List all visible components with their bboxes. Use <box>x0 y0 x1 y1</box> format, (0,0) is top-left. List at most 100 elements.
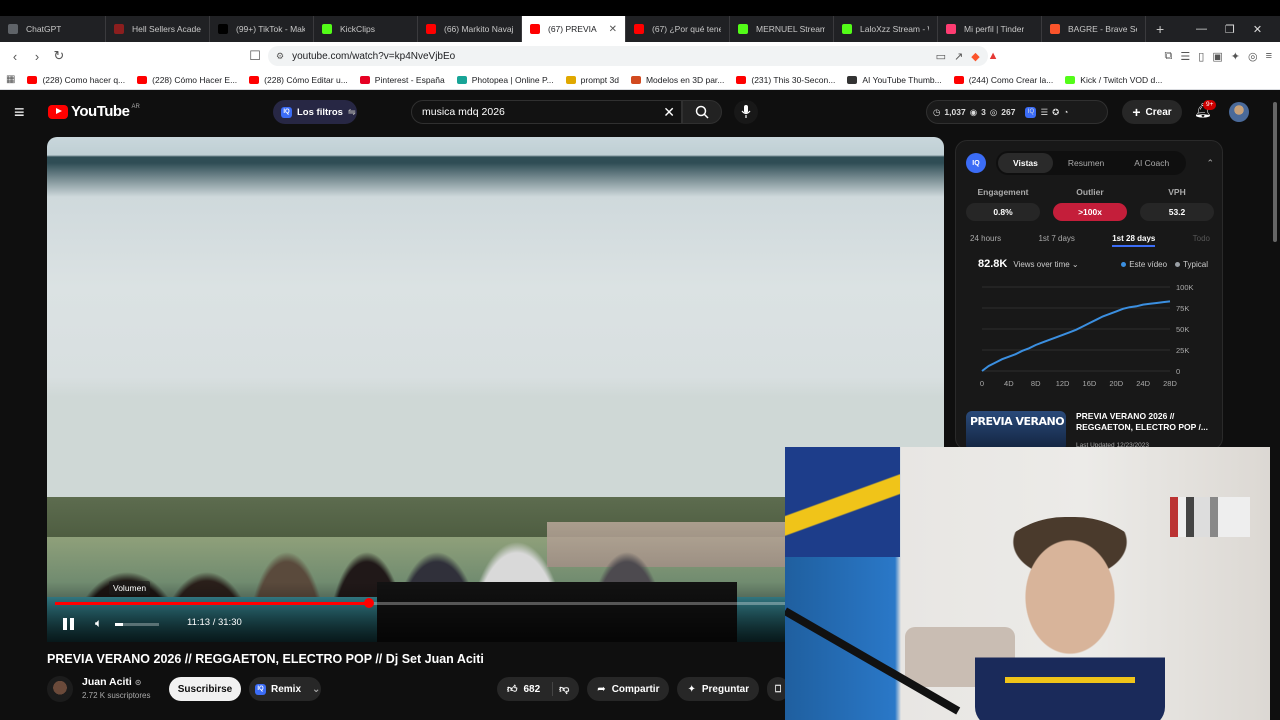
x-tick-label: 20D <box>1109 379 1123 388</box>
bookmark-label: prompt 3d <box>580 74 619 85</box>
screen-icon[interactable]: ▭ <box>936 50 946 63</box>
views-chart: 0 25K 50K 75K 100K 0 4D 8D 12D 16D 20D 24D 28D <box>980 283 1194 388</box>
range-tab[interactable]: 1st 28 days <box>1112 234 1156 247</box>
url-field[interactable]: ⚙ youtube.com/watch?v=kp4NveVjbEo <box>268 46 988 66</box>
browser-tab[interactable]: (99+) TikTok - Make <box>210 16 314 42</box>
bookmark-item[interactable]: Photopea | Online P... <box>456 74 554 85</box>
range-tab[interactable]: Todo <box>1193 234 1210 247</box>
webcam-overlay <box>785 447 1270 720</box>
bookmark-item[interactable]: prompt 3d <box>565 74 619 85</box>
site-info-icon[interactable]: ⚙ <box>276 51 284 62</box>
bookmark-label: Photopea | Online P... <box>471 74 554 85</box>
bookmark-item[interactable]: (228) Cómo Editar u... <box>249 75 348 85</box>
apps-icon[interactable]: ▦ <box>6 74 15 85</box>
browser-tab[interactable]: ChatGPT <box>0 16 106 42</box>
stat-a: 1,037 <box>944 107 966 117</box>
browser-tab[interactable]: MERNUEL Stream - <box>730 16 834 42</box>
channel-name[interactable]: Juan Aciti ⊙ <box>82 676 141 688</box>
search-button[interactable] <box>682 100 722 124</box>
video-actions: 👍︎ 682 👎︎ ➦ Compartir ✦ Preguntar ⎕ <box>497 677 790 701</box>
back-icon[interactable]: ‹ <box>4 49 26 64</box>
vpn-icon[interactable]: ◎ <box>1248 50 1258 63</box>
subscriber-count: 2.72 K suscriptores <box>82 691 151 700</box>
avatar[interactable] <box>1229 102 1249 122</box>
volume-slider[interactable] <box>115 623 159 626</box>
scrollbar-thumb[interactable] <box>1273 102 1277 242</box>
chevron-up-icon[interactable]: ⌃ <box>1206 158 1214 169</box>
chat-icon[interactable]: ◔ <box>1063 107 1068 117</box>
bookmark-item[interactable]: Pinterest - España <box>359 75 445 85</box>
panel-tab[interactable]: Resumen <box>1053 153 1119 173</box>
extensions-icon[interactable]: ⧉ <box>1165 50 1173 63</box>
ask-button[interactable]: ✦ Preguntar <box>677 677 760 701</box>
bookmark-item[interactable]: (244) Como Crear la... <box>953 75 1053 85</box>
trophy-icon[interactable]: ✪ <box>1052 107 1059 118</box>
range-tab[interactable]: 1st 7 days <box>1038 234 1074 247</box>
reading-list-icon[interactable]: ☰ <box>1180 50 1190 63</box>
share-button[interactable]: ➦ Compartir <box>587 677 670 701</box>
bookmark-item[interactable]: (231) This 30-Secon... <box>736 75 835 85</box>
new-tab-icon[interactable]: + <box>1146 21 1174 37</box>
like-count: 682 <box>523 683 541 695</box>
youtube-logo[interactable]: YouTube AR <box>48 103 140 120</box>
browser-tab[interactable]: (67) PREVIA ✕ <box>522 16 626 42</box>
browser-tab[interactable]: Hell Sellers Academ <box>106 16 210 42</box>
browser-tab[interactable]: Mi perfil | Tinder <box>938 16 1042 42</box>
close-tab-icon[interactable]: ✕ <box>603 24 617 35</box>
thumbs-down-icon[interactable]: 👎︎ <box>559 683 569 695</box>
tab-favicon-icon <box>8 24 18 34</box>
url-text: youtube.com/watch?v=kp4NveVjbEo <box>292 50 456 62</box>
volume-icon[interactable]: 🔈︎ <box>95 616 102 631</box>
brave-rewards-icon[interactable]: ▲ <box>988 50 999 62</box>
like-button[interactable]: 👍︎ 682 👎︎ <box>497 677 580 701</box>
share-icon[interactable]: ↗ <box>954 50 963 63</box>
panel-tab[interactable]: AI Coach <box>1119 153 1184 173</box>
bookmark-item[interactable]: (228) Cómo Hacer E... <box>137 75 237 85</box>
chart-dropdown[interactable]: Views over time ⌄ <box>1013 260 1078 269</box>
sidebar-icon[interactable]: ▯ <box>1198 50 1204 63</box>
forward-icon[interactable]: › <box>26 49 48 64</box>
subscribe-button[interactable]: Suscribirse <box>169 677 241 701</box>
bookmark-favicon-icon <box>630 75 641 84</box>
iq-icon[interactable]: IQ <box>1025 106 1037 118</box>
page-scrollbar[interactable] <box>1270 92 1280 720</box>
voice-search-button[interactable] <box>734 100 758 124</box>
bookmark-item[interactable]: AI YouTube Thumb... <box>847 75 942 85</box>
clear-search-icon[interactable]: ✕ <box>663 104 675 121</box>
browser-tab[interactable]: (66) Markito Navaja <box>418 16 522 42</box>
ask-label: Preguntar <box>701 683 750 695</box>
reload-icon[interactable]: ↻ <box>48 48 70 64</box>
country-code: AR <box>131 103 140 110</box>
bookmark-icon[interactable]: ☐ <box>244 48 266 64</box>
progress-handle[interactable] <box>363 598 374 608</box>
browser-tab[interactable]: KickClips <box>314 16 418 42</box>
browser-tab[interactable]: (67) ¿Por qué tenem <box>626 16 730 42</box>
panel-tab[interactable]: Vistas <box>998 153 1053 173</box>
bookmark-item[interactable]: Kick / Twitch VOD d... <box>1065 75 1162 85</box>
minimize-icon[interactable]: — <box>1196 23 1207 35</box>
list-icon[interactable]: ☰ <box>1040 107 1048 118</box>
vidiq-stats-pill[interactable]: ◷ 1,037 ◉ 3 ◎ 267 IQ ☰ ✪ ◔ <box>926 100 1108 124</box>
related-video[interactable]: PREVIA VERANO PREVIA VERANO 2026 // REGG… <box>966 411 1214 449</box>
close-window-icon[interactable]: ✕ <box>1253 23 1262 36</box>
menu-hamburger-icon[interactable]: ≡ <box>14 102 25 123</box>
channel-avatar[interactable] <box>47 676 73 702</box>
search-input[interactable]: musica mdq 2026 ✕ <box>411 100 682 124</box>
maximize-icon[interactable]: ❐ <box>1225 23 1235 36</box>
filters-button[interactable]: IQ Los filtros ⇋ <box>273 100 357 124</box>
range-tab[interactable]: 24 hours <box>970 234 1001 247</box>
volume-tooltip: Volumen <box>109 581 151 595</box>
bookmark-item[interactable]: Modelos en 3D par... <box>630 75 724 85</box>
brave-shield-icon[interactable]: ◆ <box>971 50 979 63</box>
browser-tab[interactable]: BAGRE - Brave Sear <box>1042 16 1146 42</box>
leo-icon[interactable]: ✦ <box>1231 50 1240 63</box>
y-tick-label: 75K <box>1176 304 1189 313</box>
pause-icon[interactable] <box>63 618 74 630</box>
remix-button[interactable]: IQ Remix ⌄ <box>249 677 321 701</box>
menu-icon[interactable]: ≡ <box>1266 50 1272 62</box>
browser-tab[interactable]: LaloXzz Stream - W <box>834 16 938 42</box>
wallet-icon[interactable]: ▣ <box>1212 50 1222 63</box>
y-tick-label: 50K <box>1176 325 1189 334</box>
bookmark-item[interactable]: (228) Como hacer q... <box>27 75 125 85</box>
create-button[interactable]: + Crear <box>1122 100 1182 124</box>
